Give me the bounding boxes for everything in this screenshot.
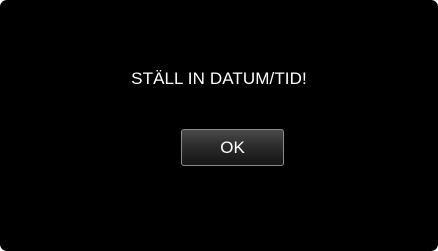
set-date-time-message: STÄLL IN DATUM/TID!: [131, 69, 307, 88]
ok-button[interactable]: OK: [181, 129, 284, 166]
camera-screen: STÄLL IN DATUM/TID! OK: [0, 0, 438, 251]
